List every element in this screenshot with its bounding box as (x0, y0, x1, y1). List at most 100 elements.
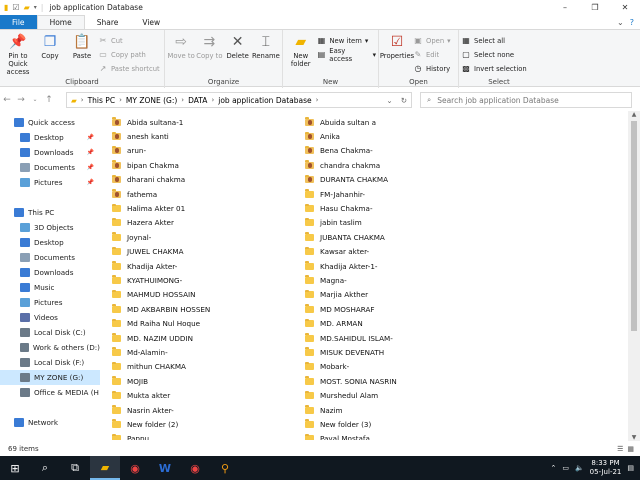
folder-item[interactable]: Anika (305, 129, 495, 143)
address-dropdown-icon[interactable]: ⌄ (386, 96, 392, 105)
folder-item[interactable]: MD AKBARBIN HOSSEN (112, 302, 302, 316)
folder-item[interactable]: Hasu Chakma- (305, 201, 495, 215)
paste-shortcut-button[interactable]: ↗ Paste shortcut (98, 62, 160, 75)
search-taskbar-button[interactable]: ⌕ (30, 456, 60, 480)
folder-item[interactable]: FM-Jahanhir- (305, 187, 495, 201)
folder-item[interactable]: Abida sultana-1 (112, 115, 302, 129)
nav-item[interactable]: This PC (0, 205, 100, 220)
folder-item[interactable]: jabin taslim (305, 216, 495, 230)
nav-item[interactable]: MY ZONE (G:) (0, 370, 100, 385)
folder-item[interactable]: Mobark- (305, 360, 495, 374)
new-folder-qa-icon[interactable]: ▰ (24, 3, 30, 12)
nav-item[interactable]: Local Disk (F:) (0, 355, 100, 370)
chrome-2-taskbar-button[interactable]: ◉ (180, 456, 210, 480)
folder-item[interactable]: MAHMUD HOSSAIN (112, 288, 302, 302)
chevron-down-icon[interactable]: ▾ (34, 4, 37, 11)
folder-item[interactable]: MD. ARMAN (305, 316, 495, 330)
refresh-icon[interactable]: ↻ (401, 96, 407, 105)
folder-item[interactable]: mithun CHAKMA (112, 360, 302, 374)
nav-item[interactable]: Downloads (0, 265, 100, 280)
folder-item[interactable]: Joynal- (112, 230, 302, 244)
folder-item[interactable]: Md-Alamin- (112, 345, 302, 359)
folder-item[interactable]: Murshedul Alam (305, 388, 495, 402)
folder-item[interactable]: MOJIB (112, 374, 302, 388)
nav-item[interactable]: Downloads 📌 (0, 145, 100, 160)
nav-item[interactable]: Videos (0, 310, 100, 325)
nav-item[interactable]: Local Disk (C:) (0, 325, 100, 340)
nav-item[interactable]: Network (0, 415, 100, 430)
nav-item[interactable]: Office & MEDIA (H (0, 385, 100, 400)
tab-file[interactable]: File (0, 15, 37, 29)
search-input[interactable]: Search job application Database (437, 96, 559, 105)
details-view-icon[interactable]: ☰ (617, 445, 623, 453)
forward-icon[interactable]: → (14, 95, 28, 105)
folder-item[interactable]: MD.SAHIDUL ISLAM- (305, 331, 495, 345)
folder-item[interactable]: MOST. SONIA NASRIN (305, 374, 495, 388)
folder-item[interactable]: Md Raiha Nul Hoque (112, 316, 302, 330)
cut-button[interactable]: ✂ Cut (98, 34, 160, 47)
folder-item[interactable]: DURANTA CHAKMA (305, 173, 495, 187)
folder-item[interactable]: MISUK DEVENATH (305, 345, 495, 359)
folder-item[interactable]: New folder (2) (112, 417, 302, 431)
folder-item[interactable]: Marjia Akther (305, 288, 495, 302)
nav-item[interactable]: Work & others (D:) (0, 340, 100, 355)
chevron-down-icon[interactable]: ⌄ (617, 18, 624, 27)
folder-item[interactable]: Abuida sultan a (305, 115, 495, 129)
back-icon[interactable]: ← (0, 95, 14, 105)
folder-item[interactable]: JUBANTA CHAKMA (305, 230, 495, 244)
chevron-up-icon[interactable]: ⌃ (550, 464, 556, 472)
new-item-button[interactable]: ▦ New item ▾ (316, 34, 376, 47)
breadcrumb-this-pc[interactable]: This PC (88, 96, 115, 105)
nav-item[interactable]: Desktop 📌 (0, 130, 100, 145)
folder-item[interactable]: Khadija Akter-1- (305, 259, 495, 273)
start-button[interactable]: ⊞ (0, 456, 30, 480)
help-icon[interactable]: ? (630, 18, 634, 27)
folder-item[interactable]: Khadija Akter- (112, 259, 302, 273)
nav-item[interactable]: Desktop (0, 235, 100, 250)
app-taskbar-button[interactable]: ⚲ (210, 456, 240, 480)
nav-item[interactable]: Pictures 📌 (0, 175, 100, 190)
folder-item[interactable]: Magna- (305, 273, 495, 287)
address-bar[interactable]: ▰ › This PC › MY ZONE (G:) › DATA › job … (66, 92, 412, 108)
breadcrumb-my-zone[interactable]: MY ZONE (G:) (126, 96, 177, 105)
scroll-down-icon[interactable]: ▼ (628, 434, 640, 441)
chrome-taskbar-button[interactable]: ◉ (120, 456, 150, 480)
tab-view[interactable]: View (130, 15, 172, 29)
folder-item[interactable]: Bena Chakma- (305, 144, 495, 158)
folder-item[interactable]: MD MOSHARAF (305, 302, 495, 316)
clock[interactable]: 8:33 PM 05-Jul-21 (590, 459, 622, 477)
folder-item[interactable]: Hazera Akter (112, 216, 302, 230)
nav-item[interactable]: Documents 📌 (0, 160, 100, 175)
folder-item[interactable]: dharani chakma (112, 173, 302, 187)
folder-item[interactable]: Halima Akter 01 (112, 201, 302, 215)
folder-item[interactable]: Nasrin Akter- (112, 403, 302, 417)
nav-item[interactable]: Documents (0, 250, 100, 265)
large-icons-view-icon[interactable]: ▦ (627, 445, 634, 453)
recent-locations-icon[interactable]: ⌄ (28, 96, 42, 103)
breadcrumb-current[interactable]: job application Database (218, 96, 311, 105)
folder-item[interactable]: KYATHUIMONG- (112, 273, 302, 287)
folder-item[interactable]: Pappu (112, 432, 302, 440)
copy-path-button[interactable]: ▭ Copy path (98, 48, 160, 61)
minimize-button[interactable]: – (550, 0, 580, 15)
nav-item[interactable]: Quick access (0, 115, 100, 130)
invert-selection-button[interactable]: ▩ Invert selection (461, 62, 526, 75)
breadcrumb-data[interactable]: DATA (188, 96, 207, 105)
nav-item[interactable]: Music (0, 280, 100, 295)
vertical-scrollbar[interactable]: ▲ ▼ (628, 111, 640, 441)
notifications-icon[interactable]: ▤ (627, 464, 634, 472)
volume-icon[interactable]: 🔈 (575, 464, 584, 472)
tab-home[interactable]: Home (36, 15, 85, 29)
folder-item[interactable]: New folder (3) (305, 417, 495, 431)
task-view-button[interactable]: ⧉ (60, 456, 90, 480)
select-all-button[interactable]: ▦ Select all (461, 34, 527, 47)
folder-item[interactable]: Kawsar akter- (305, 245, 495, 259)
folder-item[interactable]: chandra chakma (305, 158, 495, 172)
properties-qa-icon[interactable]: ☑ (12, 3, 19, 12)
tab-share[interactable]: Share (85, 15, 131, 29)
open-button[interactable]: ▣ Open ▾ (413, 34, 450, 47)
folder-item[interactable]: Nazim (305, 403, 495, 417)
folder-item[interactable]: fathema (112, 187, 302, 201)
maximize-button[interactable]: ❐ (580, 0, 610, 15)
up-icon[interactable]: ↑ (42, 95, 56, 105)
